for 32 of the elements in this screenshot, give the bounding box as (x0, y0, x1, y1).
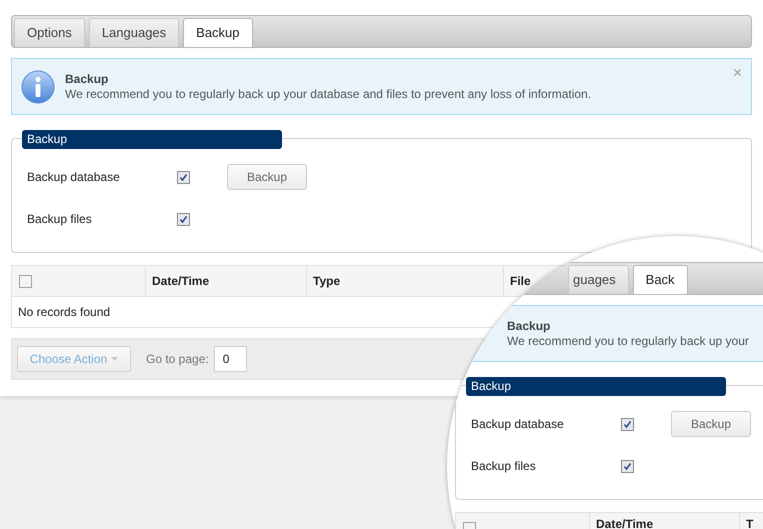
backup-button[interactable]: Backup (671, 411, 751, 437)
checkbox[interactable] (621, 418, 634, 430)
goto-label: Go to page: (146, 351, 209, 368)
column-header: File (510, 273, 531, 290)
tab[interactable]: guages (568, 265, 629, 294)
caret-icon (111, 357, 118, 361)
section-legend: Backup (466, 377, 726, 396)
checkbox[interactable] (177, 170, 190, 184)
backup-button[interactable]: Backup (227, 164, 307, 190)
option-label: Backup database (27, 169, 121, 186)
column-header: Date/Time (596, 516, 654, 529)
section-legend: Backup (22, 130, 282, 149)
column-header: Type (313, 273, 340, 290)
tab[interactable]: Options (14, 18, 85, 47)
tab[interactable]: Back (632, 265, 688, 294)
alert-message: We recommend you to regularly back up your (507, 334, 749, 348)
empty-message: No records found (18, 304, 110, 321)
checkbox[interactable] (621, 460, 634, 472)
page-input[interactable]: 0 (214, 346, 247, 372)
checkbox[interactable] (19, 274, 32, 288)
option-label: Backup files (471, 458, 537, 475)
column-header: Date/Time (152, 273, 210, 290)
tab[interactable]: Backup (183, 18, 253, 47)
info-icon (21, 70, 55, 104)
tab[interactable]: Languages (88, 18, 180, 47)
column-header: T (746, 516, 754, 529)
option-label: Backup database (471, 416, 565, 433)
option-label: Backup files (27, 211, 93, 228)
alert-title: Backup (507, 318, 552, 334)
alert-message: We recommend you to regularly back up your database and files to prevent any loss of information. (65, 86, 592, 102)
checkbox[interactable] (177, 212, 190, 226)
alert-title: Backup (65, 72, 110, 86)
